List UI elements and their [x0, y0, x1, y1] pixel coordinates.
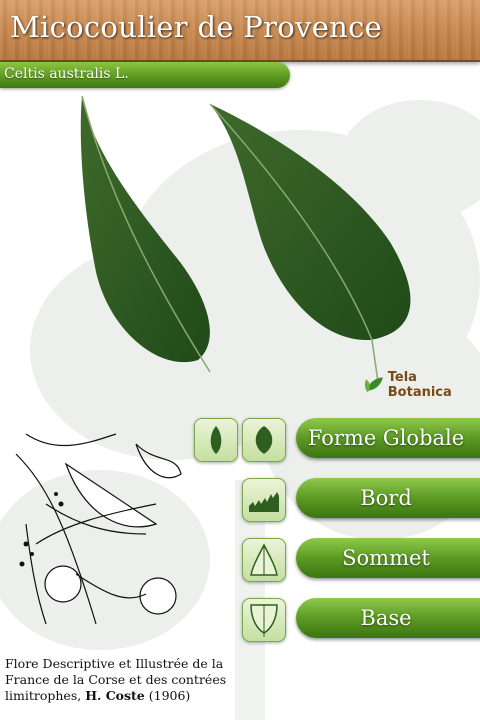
caption-author: H. Coste [85, 688, 145, 703]
leaf-base-icon [250, 604, 278, 637]
leaf-shape-narrow-button[interactable] [194, 418, 238, 462]
leaf-apex-button[interactable] [242, 538, 286, 582]
caption-year: (1906) [144, 688, 191, 703]
leaf-shape-wide-icon [255, 426, 273, 454]
leaf-edge-button[interactable] [242, 478, 286, 522]
botanical-illustration [15, 433, 182, 625]
tela-botanica-logo: Tela Botanica [364, 370, 480, 400]
latin-name-bar: Celtis australis L. [0, 62, 290, 88]
illustration-caption: Flore Descriptive et Illustrée de la Fra… [5, 656, 245, 704]
leaf-edge-icon [249, 492, 279, 512]
base-button[interactable]: Base [296, 598, 480, 638]
page-title: Micocoulier de Provence [10, 10, 383, 44]
leaf-shape-narrow-icon [210, 426, 222, 454]
leaf-photo [80, 95, 411, 382]
leaf-shape-wide-button[interactable] [242, 418, 286, 462]
header-bar: Micocoulier de Provence [0, 0, 480, 62]
logo-leaf-icon [364, 377, 383, 393]
forme-globale-button[interactable]: Forme Globale [296, 418, 480, 458]
sommet-button[interactable]: Sommet [296, 538, 480, 578]
leaf-apex-icon [250, 543, 278, 576]
leaf-base-button[interactable] [242, 598, 286, 642]
latin-name: Celtis australis L. [4, 66, 129, 82]
bord-button[interactable]: Bord [296, 478, 480, 518]
